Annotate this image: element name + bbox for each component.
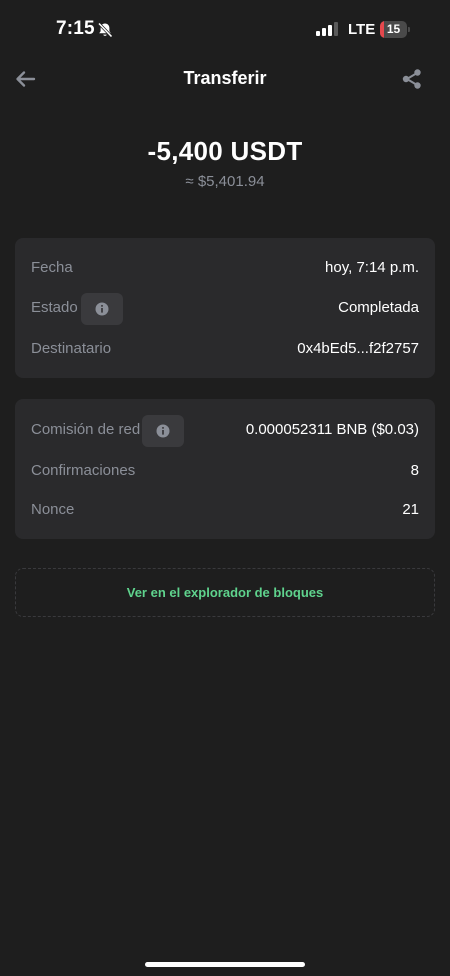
recipient-row: Destinatario 0x4bEd5...f2f2757	[31, 334, 419, 364]
status-info-button[interactable]	[81, 293, 123, 325]
bell-off-icon	[97, 22, 113, 38]
nonce-row: Nonce 21	[31, 495, 419, 525]
status-label: Estado	[31, 299, 78, 316]
recipient-label: Destinatario	[31, 340, 112, 357]
status-row: Estado Completada	[31, 293, 419, 325]
fee-row: Comisión de red 0.000052311 BNB ($0.03)	[31, 415, 419, 447]
fee-value: 0.000052311 BNB ($0.03)	[245, 421, 419, 438]
date-value: hoy, 7:14 p.m.	[325, 259, 419, 276]
share-button[interactable]	[400, 67, 424, 91]
battery-level: 15	[386, 22, 401, 36]
transaction-details-card: Fecha hoy, 7:14 p.m. Estado Completada D…	[15, 238, 435, 378]
battery-icon: 15	[380, 21, 410, 38]
network-details-card: Comisión de red 0.000052311 BNB ($0.03) …	[15, 399, 435, 539]
date-row: Fecha hoy, 7:14 p.m.	[31, 253, 419, 283]
transaction-detail-screen: 7:15 LTE 15 Transferir -5,400 USDT ≈ $5,…	[0, 0, 450, 976]
recipient-address[interactable]: 0x4bEd5...f2f2757	[297, 340, 419, 357]
info-icon	[95, 302, 109, 316]
signal-icon	[316, 22, 340, 36]
transfer-amount: -5,400 USDT	[147, 136, 303, 166]
home-indicator[interactable]	[145, 962, 305, 967]
confirmations-row: Confirmaciones 8	[31, 456, 419, 486]
share-icon	[402, 69, 421, 89]
status-value: Completada	[338, 299, 419, 316]
network-type: LTE	[348, 21, 376, 38]
status-bar: 7:15 LTE 15	[0, 0, 450, 60]
page-title: Transferir	[183, 68, 267, 88]
fiat-amount: ≈ $5,401.94	[185, 173, 265, 190]
status-time: 7:15	[56, 18, 95, 39]
fee-info-button[interactable]	[142, 415, 184, 447]
info-icon	[156, 424, 170, 438]
fee-label: Comisión de red	[31, 421, 141, 438]
confirmations-label: Confirmaciones	[31, 462, 136, 479]
nonce-label: Nonce	[31, 501, 75, 518]
nonce-value: 21	[402, 501, 419, 518]
confirmations-value: 8	[410, 462, 419, 479]
view-in-explorer-button[interactable]: Ver en el explorador de bloques	[15, 568, 435, 617]
date-label: Fecha	[31, 259, 73, 276]
